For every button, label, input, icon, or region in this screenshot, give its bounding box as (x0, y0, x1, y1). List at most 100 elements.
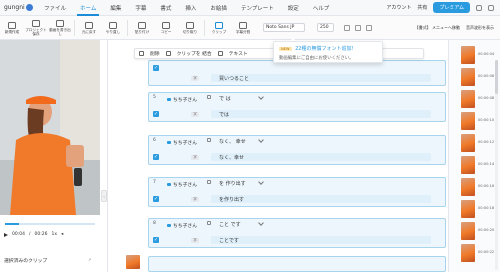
text-icon (217, 51, 223, 56)
underline-icon[interactable] (366, 24, 372, 31)
font-size-select[interactable]: 250 (317, 23, 334, 32)
block-number: 7 (153, 180, 156, 185)
subtitle-row[interactable] (211, 236, 431, 244)
premium-button[interactable]: プレミアム (433, 2, 470, 13)
subtitle-block[interactable] (148, 256, 446, 272)
speaker-label[interactable]: ちち子さん (167, 222, 197, 229)
new-project-button[interactable]: 新規作成 (0, 16, 24, 40)
share-link[interactable]: 共有 (417, 4, 427, 11)
subtitle-block[interactable]: 5 ちち子さん で は ✓ 字 では (148, 92, 446, 122)
mic-icon[interactable] (207, 95, 211, 99)
subtitle-tag: 字 (191, 238, 199, 243)
settings-icon[interactable] (476, 4, 482, 11)
subtitle-block[interactable]: ✓ 字 買いつること (148, 60, 446, 86)
menu-file[interactable]: ファイル (37, 0, 73, 16)
menu-insert[interactable]: 挿入 (178, 0, 203, 16)
speaker-label[interactable]: ちち子さん (167, 181, 197, 188)
thumbnail[interactable] (461, 68, 475, 86)
speed-button[interactable]: 1x (51, 232, 57, 237)
menu-edit[interactable]: 編集 (103, 0, 128, 16)
user-icon[interactable] (26, 4, 33, 11)
thumbnail[interactable] (461, 156, 475, 174)
play-icon[interactable] (4, 232, 8, 237)
checkbox[interactable]: ✓ (153, 111, 159, 117)
checkbox[interactable]: ✓ (153, 237, 159, 243)
waveform-button[interactable]: 音声波形を表示 (466, 25, 494, 31)
account-link[interactable]: アカウント (386, 4, 411, 11)
format-buttons (344, 24, 372, 31)
delete-button[interactable]: 削除 (150, 50, 160, 57)
subtitle-text[interactable]: なく、幸せ (219, 154, 244, 161)
copy-button[interactable]: コピー (154, 16, 178, 40)
new-font-tooltip[interactable]: NEW 22種の無償フォント追加！ 動画編集にご自由にお使いください。 (273, 41, 383, 63)
thumbnail[interactable] (461, 244, 475, 262)
menu-format[interactable]: 書式 (153, 0, 178, 16)
edit-icon[interactable] (258, 220, 264, 226)
menu-home[interactable]: ホーム (73, 0, 103, 16)
thumbnail[interactable] (461, 134, 475, 152)
format-menu-link[interactable]: 【書式】 メニューへ移動 (415, 25, 460, 31)
menu-template[interactable]: テンプレート (234, 0, 281, 16)
thumbnail[interactable] (461, 46, 475, 64)
thumbnail[interactable] (461, 90, 475, 108)
mic-icon[interactable] (207, 180, 211, 184)
subtitle-block[interactable]: 7 ちち子さん を 作り出す ✓ 字 を作り出す (148, 177, 446, 207)
save-project-button[interactable]: プロジェクト保存 (24, 16, 48, 40)
font-family-select[interactable]: Noto Sans JP (263, 23, 305, 32)
scrollbar-thumb[interactable] (495, 60, 498, 94)
external-link-icon[interactable]: ↗ (88, 257, 91, 262)
clip-thumbnail[interactable] (126, 255, 140, 269)
clip-button[interactable]: クリップ (207, 16, 231, 40)
subtitle-block[interactable]: 6 ちち子さん なく、 幸せ ✓ 字 なく、幸せ (148, 135, 446, 165)
original-text[interactable]: で は (219, 95, 231, 102)
thumbnail[interactable] (461, 222, 475, 240)
collapse-panel-button[interactable]: ‹ (101, 190, 107, 202)
subtitle-text[interactable]: 買いつること (219, 75, 249, 82)
save-icon (32, 19, 40, 27)
undo-button[interactable]: 元に戻す (77, 16, 101, 40)
checkbox[interactable]: ✓ (153, 65, 159, 71)
menu-subtitle[interactable]: 字幕 (128, 0, 153, 16)
speaker-label[interactable]: ちち子さん (167, 139, 197, 146)
subtitle-row[interactable] (211, 110, 431, 118)
checkbox[interactable]: ✓ (153, 154, 159, 160)
menu-draw[interactable]: お絵描 (203, 0, 234, 16)
subtitle-text[interactable]: ことです (219, 237, 239, 244)
edit-icon[interactable] (258, 179, 264, 185)
subtitle-list: 削除 クリップを 結合 テキスト ✓ 字 買いつること 5 ちち子さん で は … (108, 40, 448, 272)
text-button[interactable]: テキスト (229, 50, 248, 57)
paste-button[interactable]: 貼り付け (130, 16, 154, 40)
speaker-label[interactable]: ちち子さん (167, 96, 197, 103)
subtitle-block[interactable]: 8 ちち子さん こと です ✓ 字 ことです (148, 218, 446, 248)
original-text[interactable]: を 作り出す (219, 180, 246, 187)
window-icon[interactable] (488, 4, 494, 11)
redo-button[interactable]: やり直し (101, 16, 125, 40)
thumbnail[interactable] (461, 112, 475, 130)
cut-button[interactable]: 切り取り (178, 16, 202, 40)
scissors-icon[interactable] (139, 51, 144, 56)
scrollbar[interactable] (495, 60, 498, 270)
mic-icon[interactable] (207, 138, 211, 142)
subtitle-text[interactable]: を作り出す (219, 196, 244, 203)
total-time: 00:26 (34, 232, 48, 237)
subtitle-text[interactable]: では (219, 111, 229, 118)
video-preview[interactable] (0, 40, 100, 215)
timeline-bar[interactable] (5, 223, 95, 225)
merge-clip-button[interactable]: クリップを 結合 (177, 50, 212, 57)
checkbox[interactable]: ✓ (153, 196, 159, 202)
thumbnail[interactable] (461, 200, 475, 218)
menu-settings[interactable]: 設定 (281, 0, 306, 16)
edit-icon[interactable] (258, 94, 264, 100)
mic-icon[interactable] (207, 221, 211, 225)
thumbnail[interactable] (461, 178, 475, 196)
original-text[interactable]: なく、 幸せ (219, 138, 246, 145)
split-subtitle-button[interactable]: 字幕分割 (231, 16, 255, 40)
original-text[interactable]: こと です (219, 221, 241, 228)
italic-icon[interactable] (355, 24, 361, 31)
export-video-button[interactable]: 動画を書き出し (48, 16, 72, 40)
block-number: 8 (153, 221, 156, 226)
edit-icon[interactable] (258, 137, 264, 143)
bold-icon[interactable] (344, 24, 350, 31)
volume-icon[interactable]: ◂ (61, 232, 63, 237)
menu-help[interactable]: ヘルプ (306, 0, 337, 16)
